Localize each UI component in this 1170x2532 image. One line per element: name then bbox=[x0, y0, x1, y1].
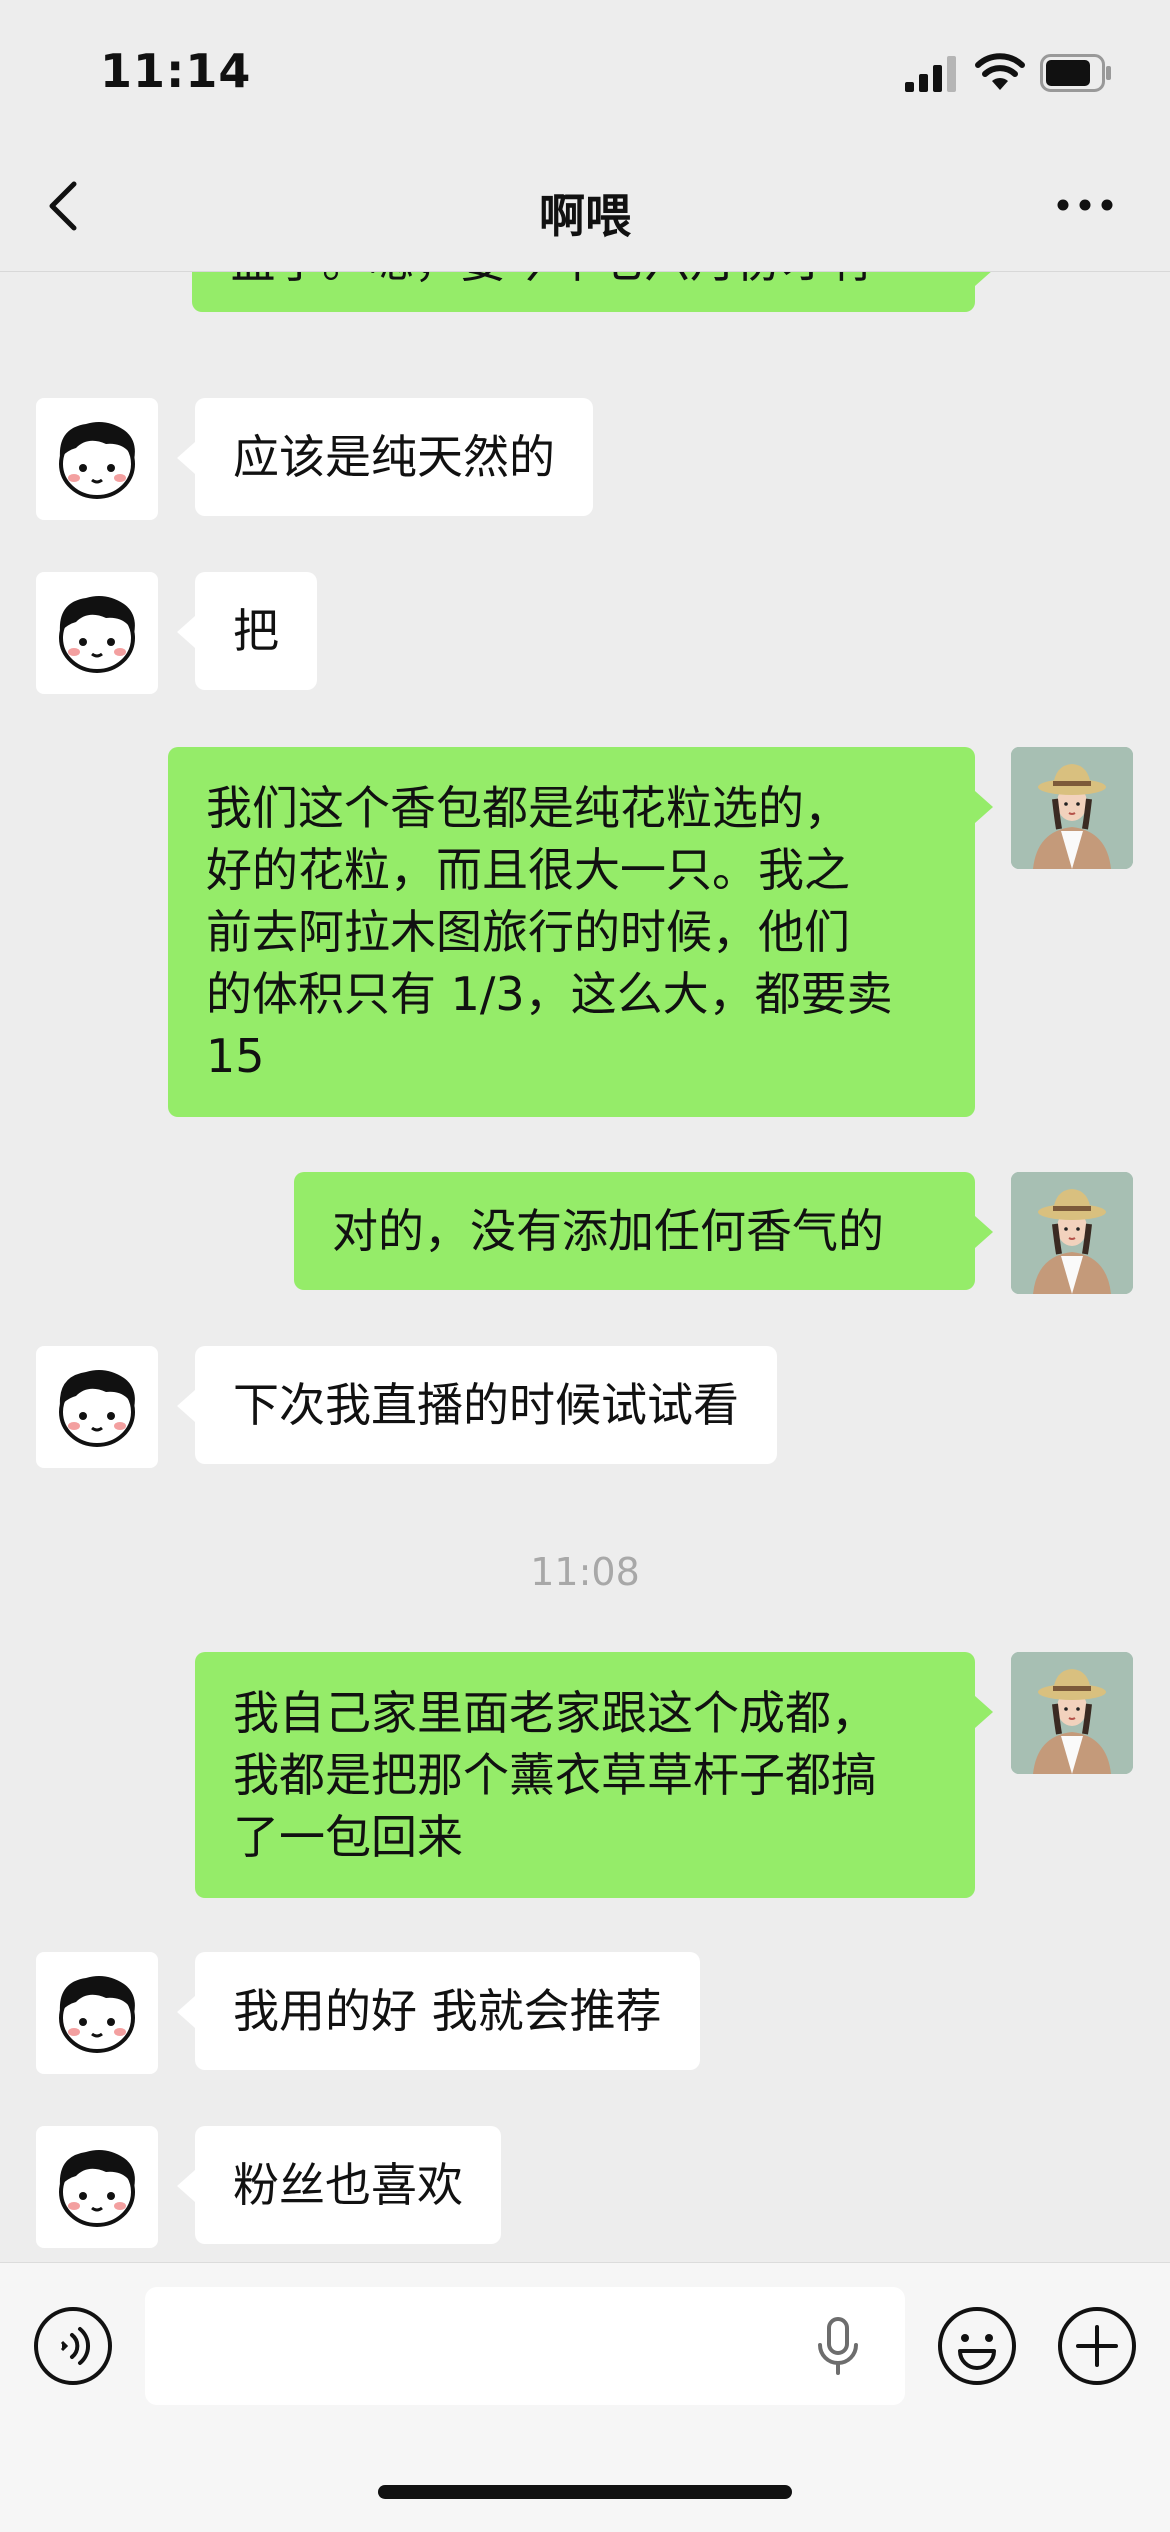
cartoon-face-icon bbox=[59, 1370, 135, 1447]
illustrated-woman-icon bbox=[1011, 1652, 1133, 1774]
peer-avatar[interactable] bbox=[36, 398, 158, 520]
message-input[interactable] bbox=[145, 2287, 905, 2405]
mic-icon[interactable] bbox=[810, 2315, 866, 2377]
cartoon-face-icon bbox=[59, 2150, 135, 2227]
chat-title: 啊喂 bbox=[539, 189, 631, 243]
emoji-icon[interactable] bbox=[936, 2305, 1018, 2387]
peer-avatar[interactable] bbox=[36, 1952, 158, 2074]
illustrated-woman-icon bbox=[1011, 1172, 1133, 1294]
illustrated-woman-icon bbox=[1011, 747, 1133, 869]
message-bubble[interactable]: 应该是纯天然的 bbox=[177, 398, 593, 516]
cartoon-face-icon bbox=[59, 1976, 135, 2053]
message-bubble[interactable]: 我们这个香包都是纯花粒选的， 好的花粒，而且很大一只。我之 前去阿拉木图旅行的时… bbox=[168, 747, 993, 1117]
input-bar bbox=[0, 2262, 1170, 2532]
message-bubble[interactable]: 我用的好 我就会推荐 bbox=[177, 1952, 700, 2070]
home-indicator bbox=[378, 2485, 792, 2499]
message-bubble[interactable]: 对的，没有添加任何香气的 bbox=[294, 1172, 993, 1290]
chat-header: 啊喂 bbox=[0, 140, 1170, 272]
message-list[interactable]: 盒了。嗯，要今年七六月份才有 应该是纯天然的 bbox=[0, 272, 1170, 2260]
message-bubble[interactable]: 把 bbox=[177, 572, 317, 690]
peer-avatar[interactable] bbox=[36, 2126, 158, 2248]
message-bubble[interactable]: 下次我直播的时候试试看 bbox=[177, 1346, 777, 1464]
my-avatar[interactable] bbox=[1011, 1652, 1133, 1774]
message-bubble[interactable]: 盒了。嗯，要今年七六月份才有 bbox=[192, 272, 993, 312]
message-bubble[interactable]: 我自己家里面老家跟这个成都， 我都是把那个薰衣草草杆子都搞 了一包回来 bbox=[195, 1652, 993, 1898]
time-divider: 11:08 bbox=[530, 1550, 640, 1594]
cartoon-face-icon bbox=[59, 596, 135, 673]
cellular-signal-icon bbox=[905, 56, 956, 92]
more-dots-icon[interactable] bbox=[1055, 190, 1115, 220]
cartoon-face-icon bbox=[59, 422, 135, 499]
battery-icon bbox=[1040, 54, 1111, 92]
my-avatar[interactable] bbox=[1011, 747, 1133, 869]
message-bubble[interactable]: 粉丝也喜欢 bbox=[177, 2126, 501, 2244]
my-avatar[interactable] bbox=[1011, 1172, 1133, 1294]
status-bar: 11:14 bbox=[0, 0, 1170, 140]
voice-icon[interactable] bbox=[32, 2305, 114, 2387]
status-time: 11:14 bbox=[100, 44, 252, 98]
wifi-icon bbox=[975, 53, 1025, 90]
plus-icon[interactable] bbox=[1056, 2305, 1138, 2387]
peer-avatar[interactable] bbox=[36, 1346, 158, 1468]
peer-avatar[interactable] bbox=[36, 572, 158, 694]
